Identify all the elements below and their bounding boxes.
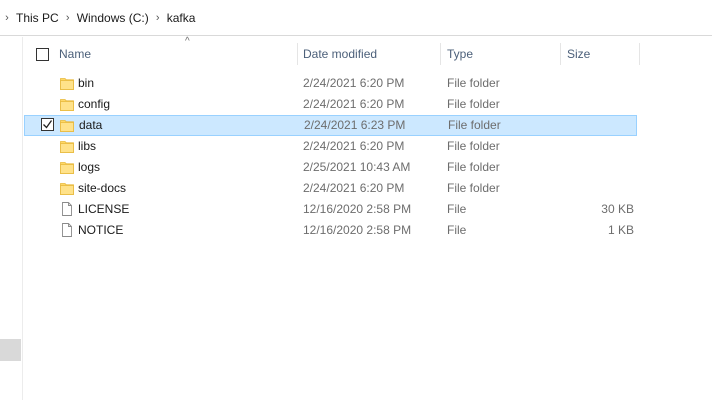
file-icon xyxy=(60,223,74,237)
column-type-label: Type xyxy=(447,47,474,61)
file-date-modified: 2/24/2021 6:20 PM xyxy=(303,181,405,195)
file-type: File xyxy=(447,202,467,216)
file-name: config xyxy=(78,97,111,111)
file-name: logs xyxy=(78,160,101,174)
file-date-modified: 2/24/2021 6:20 PM xyxy=(303,76,405,90)
file-type: File xyxy=(447,223,467,237)
file-name: LICENSE xyxy=(78,202,130,216)
file-size xyxy=(564,73,634,94)
file-size: 30 KB xyxy=(601,202,634,216)
column-type[interactable]: Type xyxy=(441,37,561,71)
file-name: libs xyxy=(78,139,97,153)
navigation-pane[interactable] xyxy=(0,37,23,400)
file-type: File folder xyxy=(447,160,500,174)
file-size: 1 KB xyxy=(607,223,634,237)
file-type: File folder xyxy=(447,181,500,195)
chevron-right-icon[interactable]: › xyxy=(0,12,14,24)
nav-selected-item[interactable] xyxy=(0,339,21,361)
file-size xyxy=(564,157,634,178)
file-list: bin 2/24/2021 6:20 PM File folder config 2/2… xyxy=(24,73,712,241)
file-row[interactable]: site-docs 2/24/2021 6:20 PM File folder xyxy=(24,178,637,199)
file-row[interactable]: LICENSE 12/16/2020 2:58 PM File 30 KB xyxy=(24,199,637,220)
chevron-right-icon[interactable]: › xyxy=(61,12,75,24)
chevron-right-icon[interactable]: › xyxy=(151,12,165,24)
file-row[interactable]: NOTICE 12/16/2020 2:58 PM File 1 KB xyxy=(24,220,637,241)
file-type: File folder xyxy=(447,97,500,111)
breadcrumb-kafka[interactable]: kafka xyxy=(165,11,198,25)
file-name: bin xyxy=(78,76,95,90)
file-row[interactable]: libs 2/24/2021 6:20 PM File folder xyxy=(24,136,637,157)
address-bar[interactable]: › This PC › Windows (C:) › kafka xyxy=(0,0,712,36)
file-name: data xyxy=(79,118,103,132)
file-row[interactable]: bin 2/24/2021 6:20 PM File folder xyxy=(24,73,637,94)
column-name[interactable]: Name xyxy=(53,37,297,71)
column-date-modified[interactable]: Date modified xyxy=(297,37,440,71)
file-type: File folder xyxy=(448,118,501,132)
file-size xyxy=(564,136,634,157)
file-row[interactable]: logs 2/25/2021 10:43 AM File folder xyxy=(24,157,637,178)
file-date-modified: 2/25/2021 10:43 AM xyxy=(303,160,411,174)
folder-icon xyxy=(60,97,74,111)
file-type: File folder xyxy=(447,76,500,90)
file-size xyxy=(564,94,634,115)
file-date-modified: 12/16/2020 2:58 PM xyxy=(303,202,412,216)
file-size xyxy=(564,178,634,199)
column-size-label: Size xyxy=(567,47,591,61)
file-icon xyxy=(60,202,74,216)
file-type: File folder xyxy=(447,139,500,153)
breadcrumb-windows-c[interactable]: Windows (C:) xyxy=(75,11,151,25)
file-name: NOTICE xyxy=(78,223,124,237)
file-date-modified: 2/24/2021 6:23 PM xyxy=(304,118,406,132)
file-size xyxy=(565,115,635,136)
column-size[interactable]: Size xyxy=(561,37,639,71)
folder-icon xyxy=(60,181,74,195)
file-date-modified: 2/24/2021 6:20 PM xyxy=(303,97,405,111)
file-name: site-docs xyxy=(78,181,127,195)
column-divider[interactable] xyxy=(639,43,640,65)
column-date-label: Date modified xyxy=(303,47,378,61)
breadcrumb-this-pc[interactable]: This PC xyxy=(14,11,61,25)
column-name-label: Name xyxy=(59,47,92,61)
file-date-modified: 2/24/2021 6:20 PM xyxy=(303,139,405,153)
column-header: ^ Name Date modified Type Size xyxy=(24,36,712,71)
file-row[interactable]: data 2/24/2021 6:23 PM File folder xyxy=(24,115,637,136)
file-date-modified: 12/16/2020 2:58 PM xyxy=(303,223,412,237)
file-row[interactable]: config 2/24/2021 6:20 PM File folder xyxy=(24,94,637,115)
breadcrumb: › This PC › Windows (C:) › kafka xyxy=(0,0,197,36)
folder-icon xyxy=(60,118,74,132)
row-checkbox[interactable] xyxy=(41,118,54,131)
folder-icon xyxy=(60,76,74,90)
folder-icon xyxy=(60,139,74,153)
folder-icon xyxy=(60,160,74,174)
select-all-checkbox[interactable] xyxy=(36,48,49,61)
